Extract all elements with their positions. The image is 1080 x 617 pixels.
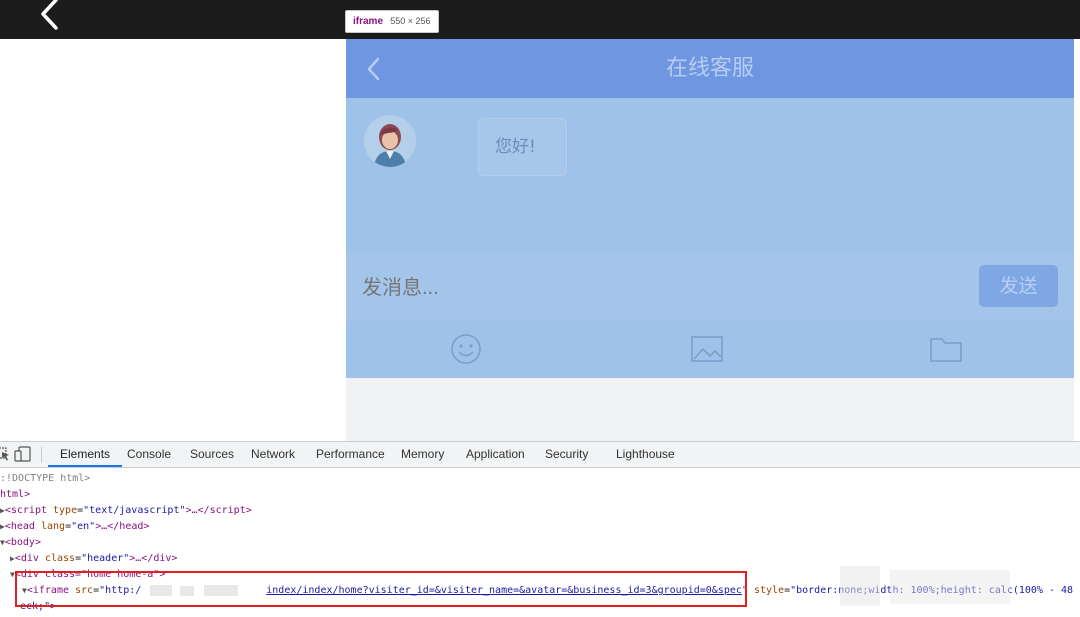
send-button[interactable]: 发送 [979, 265, 1058, 307]
dom-div-header[interactable]: ▶<div class="header">…</div> [10, 551, 177, 567]
dom-doctype[interactable]: :!DOCTYPE html> [0, 471, 90, 487]
div-tag: div [20, 553, 39, 564]
body-tag: body> [10, 537, 41, 548]
back-chevron-icon[interactable] [364, 56, 384, 82]
tab-divider [41, 447, 42, 463]
tab-sources[interactable]: Sources [190, 442, 234, 467]
script-tag: script [10, 505, 47, 516]
page-footer-area [346, 378, 1074, 441]
tab-network[interactable]: Network [251, 442, 295, 467]
chevron-left-icon[interactable] [36, 0, 66, 32]
chat-header: 在线客服 [346, 39, 1074, 98]
tab-performance[interactable]: Performance [316, 442, 385, 467]
folder-icon[interactable] [929, 333, 963, 365]
emoji-icon[interactable] [449, 333, 483, 365]
script-attr-value: "text/javascript" [83, 505, 186, 516]
tab-memory[interactable]: Memory [401, 442, 444, 467]
head-attr: lang [40, 521, 66, 532]
image-icon[interactable] [690, 333, 724, 365]
tab-lighthouse[interactable]: Lighthouse [616, 442, 675, 467]
head-tag: head [10, 521, 35, 532]
head-close: head> [119, 521, 150, 532]
message-input[interactable] [362, 273, 862, 303]
div-close: div> [153, 553, 178, 564]
dom-html[interactable]: html> [0, 487, 30, 503]
div-attr: class [44, 553, 76, 564]
dom-body[interactable]: ▼<body> [0, 535, 41, 551]
devtools-panel: Elements Console Sources Network Perform… [0, 441, 1080, 616]
tab-security[interactable]: Security [545, 442, 588, 467]
watermark-blur [840, 566, 880, 606]
div-ellipsis: >…</ [129, 553, 154, 564]
script-ellipsis: >…</ [185, 505, 210, 516]
highlight-box [15, 571, 747, 607]
head-attr-value: "en" [71, 521, 96, 532]
devtools-tab-bar: Elements Console Sources Network Perform… [0, 442, 1080, 468]
tooltip-tag: iframe [353, 16, 384, 27]
avatar-icon [364, 115, 416, 167]
chat-title: 在线客服 [665, 56, 754, 81]
dom-head[interactable]: ▶<head lang="en">…</head> [0, 519, 149, 535]
chat-toolbar [346, 321, 1074, 378]
device-toolbar-icon[interactable] [14, 446, 32, 462]
dom-script[interactable]: ▶<script type="text/javascript">…</scrip… [0, 503, 252, 519]
greeting-bubble: 您好! [478, 118, 567, 176]
html-tag: html> [0, 489, 31, 500]
message-input-row: 发送 [346, 253, 1074, 321]
iframe-style-attr: style [753, 585, 785, 596]
head-ellipsis: >…</ [95, 521, 120, 532]
inspect-element-icon[interactable] [0, 446, 10, 462]
div-attr-value: "header" [81, 553, 130, 564]
script-attr: type [53, 505, 78, 516]
chat-iframe: 在线客服 您好! 发送 [346, 39, 1074, 378]
tab-elements[interactable]: Elements [48, 442, 123, 467]
tab-application[interactable]: Application [466, 442, 525, 467]
agent-avatar [364, 115, 416, 167]
top-app-bar [0, 0, 1080, 39]
tooltip-dimensions: 550 × 256 [390, 16, 431, 26]
watermark-blur [890, 570, 1010, 604]
inspect-tooltip: iframe 550 × 256 [345, 10, 439, 33]
script-close: script> [209, 505, 252, 516]
tab-console[interactable]: Console [127, 442, 171, 467]
